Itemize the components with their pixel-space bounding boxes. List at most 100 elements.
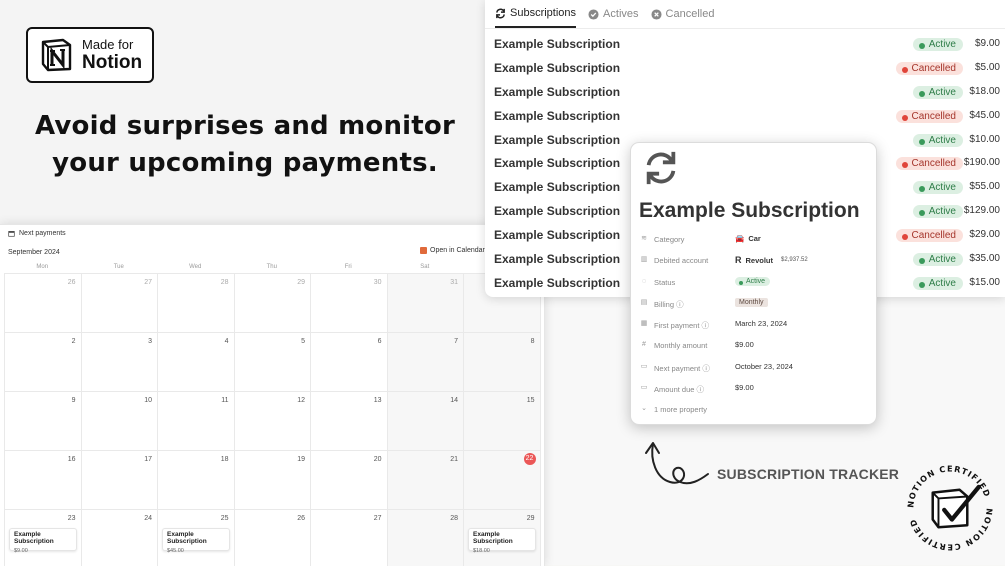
account-balance: $2,937.52 bbox=[781, 257, 808, 264]
more-properties-label: 1 more property bbox=[654, 405, 707, 415]
subscription-price: $190.00 bbox=[963, 157, 1000, 169]
first-payment-label: First payment bbox=[654, 321, 700, 331]
check-circle-icon bbox=[588, 8, 599, 20]
calendar-day-cell[interactable]: 27 bbox=[311, 510, 388, 566]
calendar-day-cell[interactable]: 26 bbox=[235, 510, 311, 566]
calendar-day-cell[interactable]: 24 bbox=[82, 510, 158, 566]
today-date-number: 22 bbox=[523, 453, 536, 465]
calendar-day-cell[interactable]: 14 bbox=[387, 392, 464, 451]
next-payment-value: October 23, 2024 bbox=[735, 361, 793, 371]
calendar-day-cell[interactable]: 28 bbox=[158, 274, 235, 333]
calendar-day-cell[interactable]: 29 bbox=[234, 274, 311, 333]
date-number: 16 bbox=[67, 456, 76, 463]
calendar-day-cell[interactable]: 8 bbox=[464, 333, 541, 392]
event-amount: $45.00 bbox=[167, 548, 184, 554]
calendar-day-cell[interactable]: 25 Example Subscription $45.00 bbox=[158, 510, 235, 566]
calendar-day-cell[interactable]: 15 bbox=[464, 392, 541, 451]
property-next-payment[interactable]: ▭ Next payment ⓘ October 23, 2024 bbox=[640, 359, 872, 380]
tab-cancelled[interactable]: Cancelled bbox=[650, 0, 714, 28]
property-label: Billing ⓘ bbox=[654, 299, 684, 310]
more-properties-toggle[interactable]: ⌄ 1 more property bbox=[640, 401, 872, 422]
calendar-day-cell[interactable]: 26 bbox=[5, 274, 82, 333]
status-badge: Cancelled bbox=[895, 61, 963, 75]
property-label: Category bbox=[654, 235, 685, 244]
calendar-day-cell[interactable]: 11 bbox=[158, 392, 235, 451]
property-first-payment[interactable]: ▦ First payment ⓘ March 23, 2024 bbox=[640, 316, 872, 337]
property-amount-due[interactable]: ▭ Amount due ⓘ $9.00 bbox=[640, 380, 872, 401]
calendar-day-cell[interactable]: 10 bbox=[81, 392, 158, 451]
weekday-header: MonTueWedThuFriSatSun bbox=[4, 264, 544, 270]
info-icon: ⓘ bbox=[696, 385, 705, 395]
subscription-price: $129.00 bbox=[963, 205, 1000, 217]
calendar-day-cell[interactable]: 21 bbox=[387, 451, 464, 510]
property-billing[interactable]: ▤ Billing ⓘ Monthly bbox=[640, 295, 872, 316]
subscription-row[interactable]: Example Subscription Cancelled $45.00 bbox=[485, 104, 1005, 128]
calendar-day-cell[interactable]: 22 bbox=[464, 451, 541, 510]
calendar-day-cell[interactable]: 6 bbox=[311, 333, 388, 392]
subscription-price: $5.00 bbox=[974, 61, 1000, 73]
calendar-day-cell[interactable]: 12 bbox=[234, 392, 311, 451]
made-for-notion-badge: Made for Notion bbox=[26, 27, 154, 83]
formula-icon: ▭ bbox=[640, 384, 648, 392]
view-tabs: Subscriptions Actives Cancelled bbox=[495, 0, 714, 28]
property-debited-account[interactable]: ▥ Debited account R Revolut $2,937.52 bbox=[640, 252, 872, 273]
subscription-name: Example Subscription bbox=[494, 132, 621, 147]
calendar-day-cell[interactable]: 23 Example Subscription $9.00 bbox=[5, 510, 82, 566]
calendar-day-cell[interactable]: 13 bbox=[311, 392, 388, 451]
subscription-row[interactable]: Example Subscription Cancelled $5.00 bbox=[485, 56, 1005, 80]
date-number: 8 bbox=[530, 338, 535, 345]
property-status[interactable]: ◌ Status Active bbox=[640, 274, 872, 295]
calendar-day-cell[interactable]: 29 Example Subscription $18.00 bbox=[464, 510, 541, 566]
subscription-detail-card[interactable]: Example Subscription ≋ Category 🚘 Car ▥ D… bbox=[630, 142, 877, 425]
calendar-month: September 2024 bbox=[8, 249, 60, 256]
calendar-day-cell[interactable]: 19 bbox=[234, 451, 311, 510]
event-amount: $9.00 bbox=[14, 548, 28, 554]
calendar-event-card[interactable]: Example Subscription $18.00 bbox=[468, 528, 536, 554]
calendar-day-cell[interactable]: 3 bbox=[81, 333, 158, 392]
calendar-day-cell[interactable]: 28 bbox=[387, 510, 464, 566]
calendar-grid: 2627282930311234567891011121314151617181… bbox=[4, 273, 541, 566]
calendar-day-cell[interactable]: 7 bbox=[387, 333, 464, 392]
info-icon: ⓘ bbox=[701, 321, 710, 331]
subscription-tracker-label: SUBSCRIPTION TRACKER bbox=[717, 466, 900, 482]
calendar-day-cell[interactable]: 17 bbox=[81, 451, 158, 510]
calendar-day-cell[interactable]: 27 bbox=[81, 274, 158, 333]
property-category[interactable]: ≋ Category 🚘 Car bbox=[640, 231, 872, 252]
event-title: Example Subscription bbox=[14, 531, 54, 545]
subscription-name: Example Subscription bbox=[494, 204, 621, 219]
subscription-row[interactable]: Example Subscription Active $9.00 bbox=[485, 32, 1005, 56]
car-icon: 🚘 bbox=[735, 234, 745, 243]
calendar-day-cell[interactable]: 20 bbox=[311, 451, 388, 510]
date-number: 27 bbox=[373, 515, 382, 522]
calendar-event-card[interactable]: Example Subscription $9.00 bbox=[9, 528, 77, 554]
status-badge: Cancelled bbox=[895, 109, 963, 123]
hash-icon: # bbox=[642, 341, 646, 349]
open-in-calendar-button[interactable]: Open in Calendar bbox=[420, 247, 485, 254]
calendar-day-cell[interactable]: 2 bbox=[5, 333, 82, 392]
event-amount: $18.00 bbox=[473, 548, 490, 554]
subscription-name: Example Subscription bbox=[494, 275, 621, 290]
property-monthly-amount[interactable]: # Monthly amount $9.00 bbox=[640, 337, 872, 358]
tab-actives[interactable]: Actives bbox=[588, 0, 639, 28]
calendar-day-cell[interactable]: 31 bbox=[387, 274, 464, 333]
calendar-day-cell[interactable]: 18 bbox=[158, 451, 235, 510]
calendar-day-cell[interactable]: 9 bbox=[5, 392, 82, 451]
date-number: 24 bbox=[144, 515, 152, 522]
date-number: 11 bbox=[221, 397, 229, 404]
tab-subscriptions[interactable]: Subscriptions bbox=[495, 0, 577, 28]
property-label: Monthly amount bbox=[654, 341, 708, 351]
calendar-event-card[interactable]: Example Subscription $45.00 bbox=[162, 528, 230, 554]
headline: Avoid surprises and monitor your upcomin… bbox=[35, 111, 455, 178]
tabs-divider bbox=[485, 28, 1005, 29]
calendar-day-cell[interactable]: 16 bbox=[5, 451, 82, 510]
calendar-day-cell[interactable]: 30 bbox=[311, 274, 388, 333]
date-number: 4 bbox=[224, 338, 229, 345]
calendar-day-cell[interactable]: 5 bbox=[234, 333, 311, 392]
status-badge: Cancelled bbox=[895, 157, 963, 171]
billing-label: Billing bbox=[654, 299, 675, 309]
status-badge: Active bbox=[912, 38, 963, 51]
weekday-label: Wed bbox=[189, 264, 202, 270]
calendar-day-cell[interactable]: 4 bbox=[158, 333, 235, 392]
subscription-row[interactable]: Example Subscription Active $18.00 bbox=[485, 80, 1005, 104]
date-number: 29 bbox=[526, 515, 535, 522]
